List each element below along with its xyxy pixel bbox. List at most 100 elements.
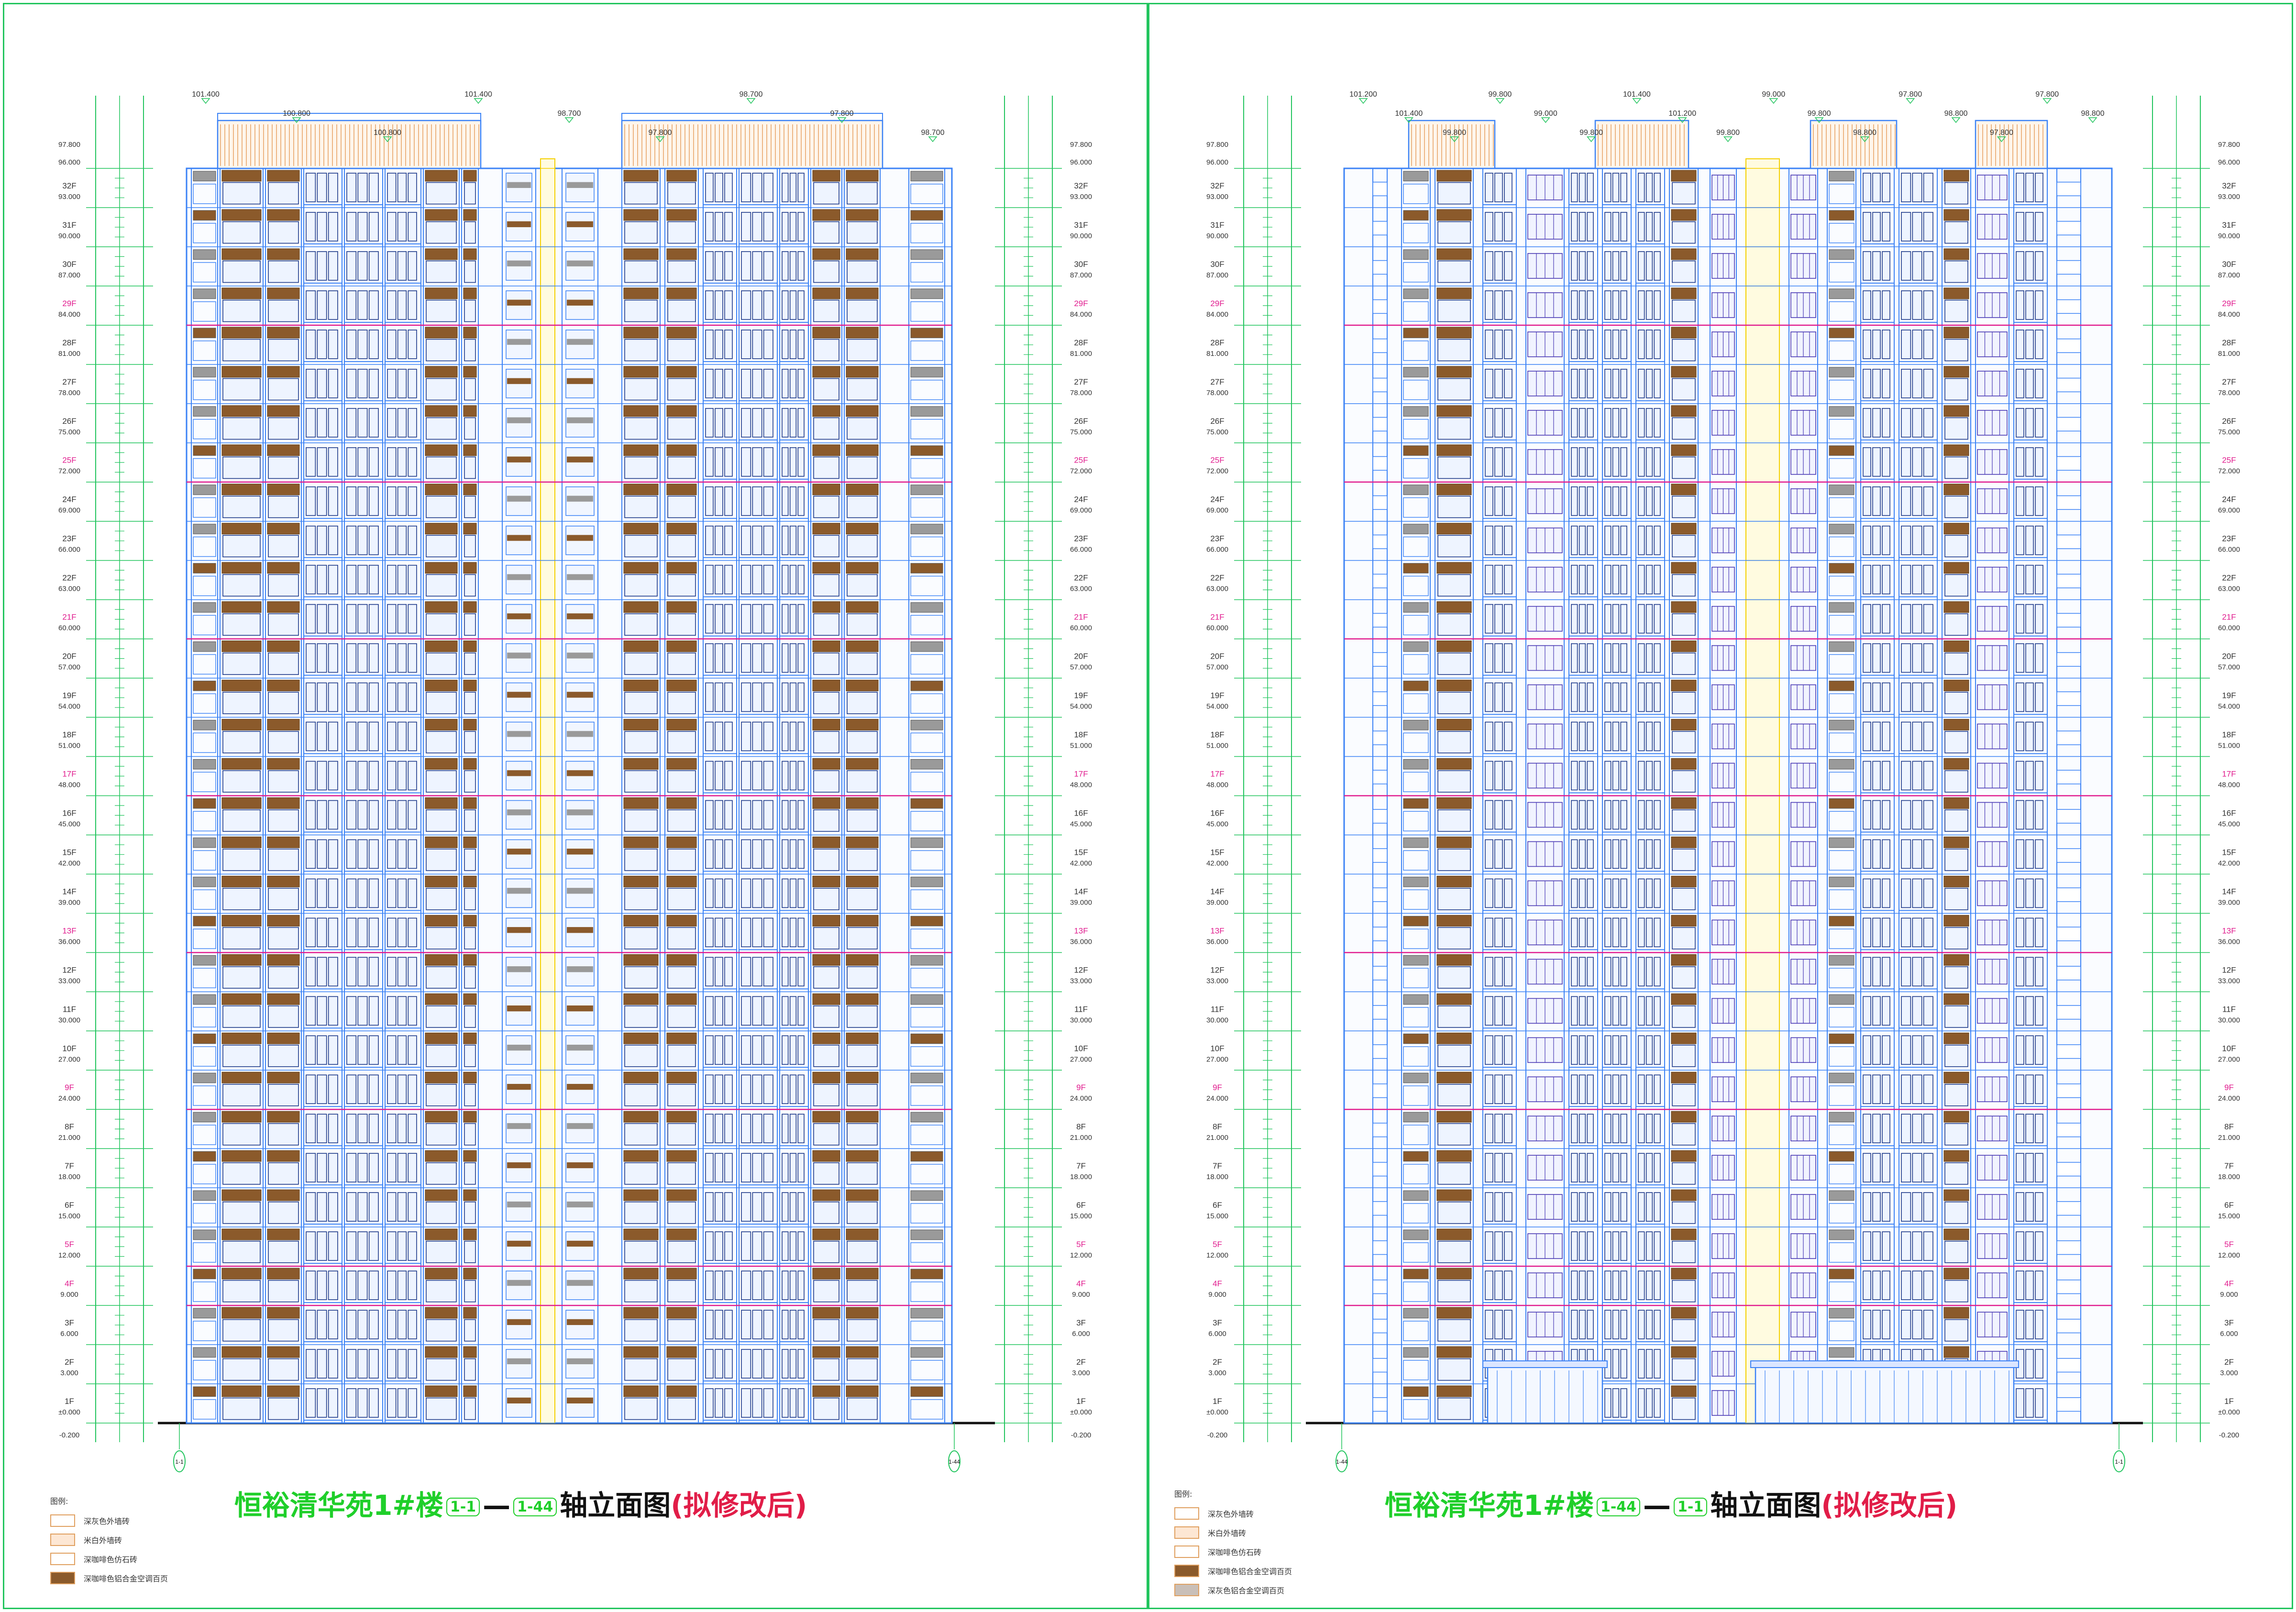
window-pane	[408, 564, 417, 595]
window-pane	[1901, 604, 1911, 634]
stair-band	[567, 692, 593, 698]
ac-louver	[623, 248, 659, 260]
floor-elevation: 60.000	[1070, 624, 1092, 632]
window-pane	[1912, 839, 1922, 869]
window-pane	[1494, 330, 1503, 359]
window-pane	[847, 221, 878, 244]
window-pane	[346, 290, 357, 320]
stair-band	[567, 809, 593, 816]
window-pane	[464, 456, 476, 479]
roof-elevation: 96.000	[2218, 158, 2240, 166]
window-pane	[624, 770, 658, 793]
window-pane	[1504, 996, 1512, 1026]
window-pane	[1912, 878, 1922, 908]
window-pane	[1944, 378, 1968, 401]
window-pane	[1494, 682, 1503, 712]
window-pane	[741, 369, 751, 398]
window-pane	[1571, 721, 1578, 751]
window-pane	[1882, 761, 1890, 791]
window-pane	[782, 996, 789, 1026]
ac-unit	[2056, 1123, 2081, 1137]
window-pane	[715, 486, 723, 516]
floor-label: 32F	[1210, 181, 1224, 190]
window-pane	[2016, 682, 2024, 712]
window-pane	[222, 613, 261, 636]
window-pane	[426, 1358, 457, 1381]
ac-louver	[666, 875, 697, 887]
window-pane	[346, 721, 357, 751]
window-pane	[1620, 682, 1627, 712]
stair-band	[507, 1280, 531, 1286]
window-pane	[346, 604, 357, 634]
window-pane	[346, 212, 357, 242]
window-pane	[1604, 761, 1612, 791]
window-pane	[426, 1240, 457, 1263]
window-pane	[667, 496, 696, 519]
legend-label: 深灰色铝合金空调百页	[1208, 1586, 1285, 1595]
window-pane	[847, 417, 878, 440]
window-pane	[1578, 408, 1586, 438]
window-pane	[408, 290, 417, 320]
window-pane	[357, 839, 368, 869]
window-pane	[1923, 996, 1933, 1026]
balcony-panel	[910, 681, 943, 691]
window-pane	[1882, 251, 1890, 281]
floor-label: 2F	[1213, 1358, 1222, 1367]
ac-louver	[267, 719, 300, 730]
floor-elevation: 51.000	[2218, 742, 2240, 750]
window-pane	[1872, 1192, 1881, 1222]
balcony-panel	[910, 720, 943, 730]
window-pane	[2025, 643, 2034, 673]
window-pane	[2025, 1035, 2034, 1065]
window-pane	[1604, 1035, 1612, 1065]
window-pane	[715, 1153, 723, 1182]
base-elevation: -0.200	[1207, 1431, 1228, 1439]
axis-bubble-label: 1-44	[1336, 1458, 1347, 1465]
window-pane	[1504, 1231, 1512, 1261]
ac-louver	[666, 680, 697, 692]
window-pane	[1901, 721, 1911, 751]
ac-louver	[425, 484, 458, 496]
window-pane	[741, 839, 751, 869]
window-pane	[1612, 251, 1620, 281]
window-pane	[624, 809, 658, 832]
window-pane	[2025, 682, 2034, 712]
ac-louver	[812, 601, 840, 613]
window-pane	[317, 1231, 327, 1261]
top-elevation-label: 97.800	[1990, 129, 2013, 137]
ac-louver	[846, 287, 879, 299]
ac-louver	[623, 170, 659, 182]
floor-elevation: 75.000	[1070, 428, 1092, 436]
window-pane	[306, 721, 316, 751]
window-pane	[752, 1153, 762, 1182]
stair-band	[507, 1083, 531, 1090]
floor-elevation: 69.000	[58, 507, 80, 515]
ac-louver	[425, 287, 458, 299]
window-pane	[2016, 447, 2024, 477]
window-pane	[705, 800, 714, 830]
window-pane	[724, 1388, 733, 1418]
window-pane	[1604, 290, 1612, 320]
window-pane	[464, 770, 476, 793]
window-pane	[813, 1005, 839, 1028]
window-pane	[317, 761, 327, 791]
window-pane	[317, 408, 327, 438]
window-pane	[368, 251, 379, 281]
ac-louver	[1943, 287, 1969, 299]
floor-elevation: 90.000	[2218, 232, 2240, 240]
window-pane	[1923, 1074, 1933, 1104]
window-pane	[268, 1123, 299, 1146]
window-pane	[306, 1388, 316, 1418]
window-pane	[306, 447, 316, 477]
window-pane	[2016, 800, 2024, 830]
window-pane	[1504, 800, 1512, 830]
balcony-panel	[1829, 720, 1854, 730]
window-pane	[357, 290, 368, 320]
floor-label: 16F	[1210, 808, 1224, 817]
floor-elevation: 33.000	[58, 977, 80, 985]
window-pane	[1504, 1035, 1512, 1065]
window-pane	[1901, 917, 1911, 948]
window-pane	[408, 917, 417, 948]
floor-label: 17F	[62, 769, 76, 778]
stair-band	[507, 574, 531, 580]
